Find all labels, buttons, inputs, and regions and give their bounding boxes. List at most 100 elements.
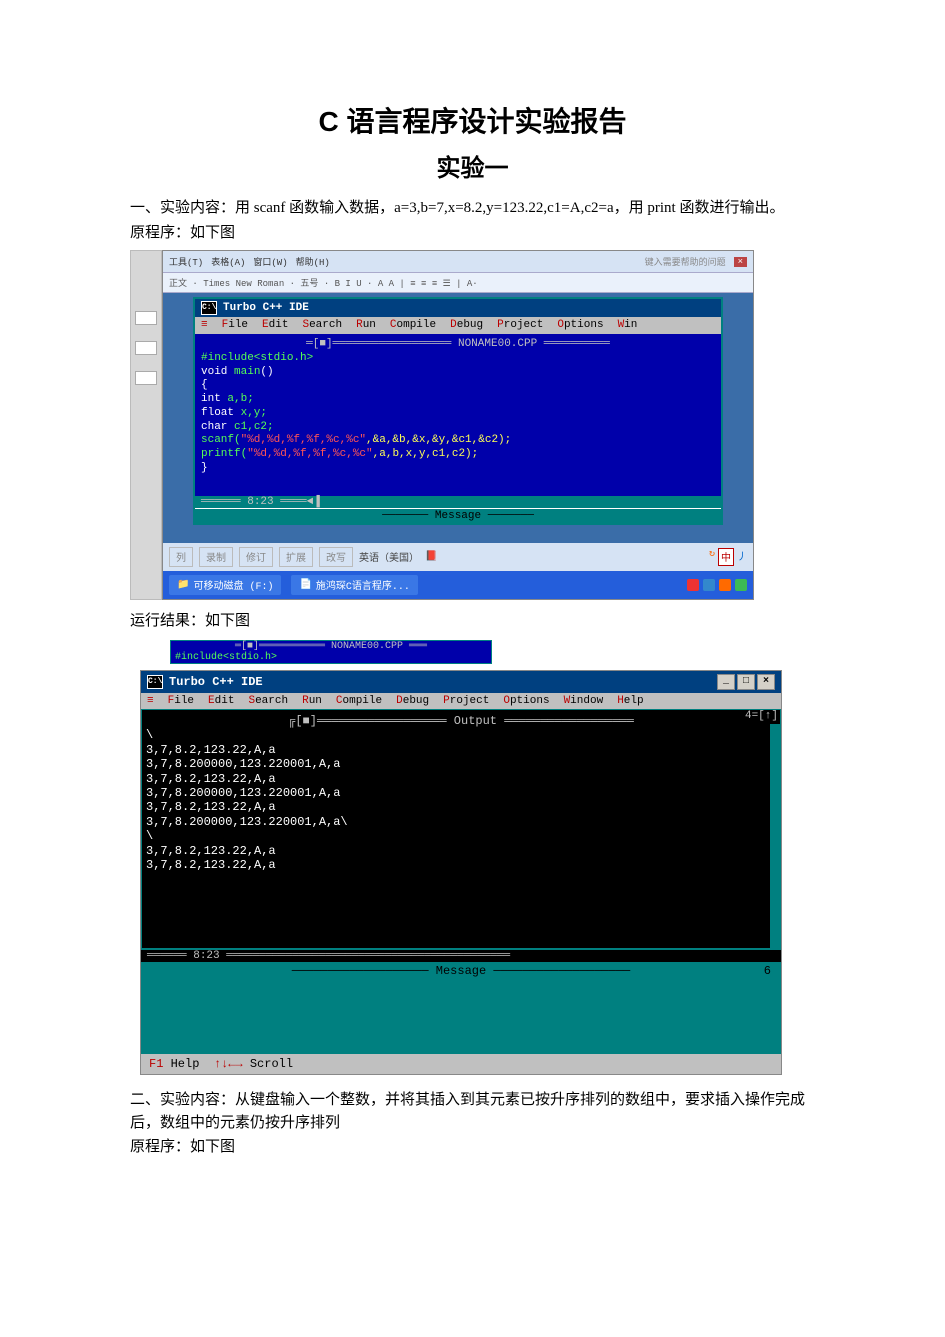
tray-icon[interactable] (719, 579, 731, 591)
word-menu-window[interactable]: 窗口(W) (253, 255, 287, 268)
code-line: float x,y; (201, 407, 715, 421)
close-icon[interactable]: × (734, 257, 747, 267)
tc2-output-pane[interactable]: ╔[■]══════════════════ Output ══════════… (141, 709, 781, 949)
code-line: printf("%d,%d,%f,%f,%c,%c",a,b,x,y,c1,c2… (201, 448, 715, 462)
output-line: 3,7,8.200000,123.220001,A,a (146, 757, 776, 771)
output-line: 3,7,8.2,123.22,A,a (146, 743, 776, 757)
menu-options[interactable]: Options (503, 695, 549, 707)
section2-desc: 二、实验内容：从键盘输入一个整数，并将其插入到其元素已按升序排列的数组中，要求插… (130, 1089, 815, 1134)
code-line: scanf("%d,%d,%f,%f,%c,%c",&a,&b,&x,&y,&c… (201, 434, 715, 448)
menu-window-trunc[interactable]: Win (618, 319, 638, 331)
word-menu-help[interactable]: 帮助(H) (296, 255, 330, 268)
editor-fragment: ═[■]═══════════ NONAME00.CPP ═══ #includ… (170, 640, 492, 664)
status-rev: 修订 (239, 547, 273, 567)
output-line: 3,7,8.2,123.22,A,a (146, 858, 776, 872)
windows-taskbar[interactable]: 📁 可移动磁盘 (F:) 📄 施鸿琛C语言程序... (163, 571, 753, 599)
menu-edit[interactable]: Edit (208, 695, 234, 707)
tc-app-name: Turbo C++ IDE (223, 302, 309, 314)
section1-desc: 一、实验内容：用 scanf 函数输入数据，a=3,b=7,x=8.2,y=12… (130, 197, 815, 220)
menu-run[interactable]: Run (302, 695, 322, 707)
tc-titlebar: C:\ Turbo C++ IDE (195, 299, 721, 317)
code-line: char c1,c2; (201, 421, 715, 435)
maximize-icon[interactable]: □ (737, 674, 755, 690)
code-line: { (201, 379, 715, 393)
status-ovr: 改写 (319, 547, 353, 567)
tc-message-bar: ─────── Message ─────── (195, 508, 721, 523)
code-line: void main() (201, 366, 715, 380)
turbo-c-window: C:\ Turbo C++ IDE ≡ File Edit Search Run… (193, 297, 723, 525)
output-line: 3,7,8.200000,123.220001,A,a (146, 786, 776, 800)
tc-editor-pane[interactable]: ═[■]══════════════════ NONAME00.CPP ════… (195, 333, 721, 496)
menu-run[interactable]: Run (356, 319, 376, 331)
minimize-icon[interactable]: _ (717, 674, 735, 690)
tc2-cursor-pos: ══════ 8:23 ════════════════════════════… (141, 949, 781, 962)
menu-options[interactable]: Options (557, 319, 603, 331)
word-menu-tools[interactable]: 工具(T) (169, 255, 203, 268)
menu-file[interactable]: File (168, 695, 194, 707)
menu-search[interactable]: Search (302, 319, 342, 331)
msg-count: 6 (764, 964, 771, 978)
output-line: 3,7,8.200000,123.220001,A,a\ (146, 815, 776, 829)
tc-menu-bar[interactable]: ≡ File Edit Search Run Compile Debug Pro… (195, 317, 721, 333)
menu-window[interactable]: Window (564, 695, 604, 707)
menu-debug[interactable]: Debug (450, 319, 483, 331)
tc-cursor-pos: ══════ 8:23 ════◄▐ (195, 496, 721, 508)
menu-search[interactable]: Search (248, 695, 288, 707)
tc2-app-name: Turbo C++ IDE (169, 675, 263, 689)
status-rec: 录制 (199, 547, 233, 567)
ime-punct-icon[interactable]: 丿 (737, 548, 747, 566)
menu-compile[interactable]: Compile (336, 695, 382, 707)
refresh-icon[interactable]: ↻ (709, 548, 715, 566)
word-left-rail (130, 250, 162, 600)
code-line: } (201, 462, 715, 476)
menu-file[interactable]: File (222, 319, 248, 331)
doc-subtitle: 实验一 (130, 148, 815, 183)
status-ext: 扩展 (279, 547, 313, 567)
system-tray[interactable] (687, 579, 747, 591)
result-label: 运行结果：如下图 (130, 610, 815, 633)
status-lang: 英语（美国） (359, 549, 419, 565)
menu-compile[interactable]: Compile (390, 319, 436, 331)
taskbar-disk[interactable]: 📁 可移动磁盘 (F:) (169, 575, 281, 595)
output-line: \ (146, 728, 776, 742)
section1-src-label: 原程序：如下图 (130, 222, 815, 245)
ime-zh-icon[interactable]: 中 (718, 548, 734, 566)
word-menu-table[interactable]: 表格(A) (211, 255, 245, 268)
vscrollbar[interactable] (770, 724, 780, 948)
tc2-menu-bar[interactable]: ≡ File Edit Search Run Compile Debug Pro… (141, 693, 781, 709)
screenshot-1: 工具(T) 表格(A) 窗口(W) 帮助(H) 键入需要帮助的问题 × 正文 ·… (130, 250, 815, 600)
book-icon[interactable]: 📕 (425, 551, 437, 563)
window-num-badge: 4=[↑] (745, 710, 778, 723)
cmd-icon: C:\ (201, 301, 217, 315)
word-help-hint[interactable]: 键入需要帮助的问题 (645, 255, 726, 268)
word-status-bar: 列 录制 修订 扩展 改写 英语（美国） 📕 ↻ 中 丿 (163, 543, 753, 571)
doc-title: C 语言程序设计实验报告 (130, 100, 815, 140)
tc2-message-panel: ─────────────────── Message ────────────… (141, 962, 781, 1054)
tray-icon[interactable] (703, 579, 715, 591)
cmd-icon: C:\ (147, 675, 163, 689)
code-line: int a,b; (201, 393, 715, 407)
menu-edit[interactable]: Edit (262, 319, 288, 331)
output-line: 3,7,8.2,123.22,A,a (146, 772, 776, 786)
menu-project[interactable]: Project (497, 319, 543, 331)
output-line: 3,7,8.2,123.22,A,a (146, 800, 776, 814)
tc2-titlebar: C:\ Turbo C++ IDE _ □ × (141, 671, 781, 693)
menu-help[interactable]: Help (617, 695, 643, 707)
tray-icon[interactable] (687, 579, 699, 591)
menu-debug[interactable]: Debug (396, 695, 429, 707)
screenshot-2: C:\ Turbo C++ IDE _ □ × ≡ File Edit Sear… (130, 670, 815, 1075)
word-format-bar[interactable]: 正文 · Times New Roman · 五号 · B I U · A A … (163, 273, 753, 293)
taskbar-doc[interactable]: 📄 施鸿琛C语言程序... (291, 575, 417, 595)
tc-filename: ═[■]══════════════════ NONAME00.CPP ════… (201, 338, 715, 352)
code-line: #include<stdio.h> (201, 352, 715, 366)
tc2-fkey-bar: F1 Help ↑↓←→ Scroll (141, 1054, 781, 1074)
document-page: C 语言程序设计实验报告 实验一 一、实验内容：用 scanf 函数输入数据，a… (0, 0, 945, 1201)
output-line: 3,7,8.2,123.22,A,a (146, 844, 776, 858)
status-col: 列 (169, 547, 193, 567)
close-icon[interactable]: × (757, 674, 775, 690)
word-menu-bar[interactable]: 工具(T) 表格(A) 窗口(W) 帮助(H) 键入需要帮助的问题 × (163, 251, 753, 273)
tray-icon[interactable] (735, 579, 747, 591)
menu-project[interactable]: Project (443, 695, 489, 707)
output-line: \ (146, 829, 776, 843)
section2-src-label: 原程序：如下图 (130, 1136, 815, 1159)
